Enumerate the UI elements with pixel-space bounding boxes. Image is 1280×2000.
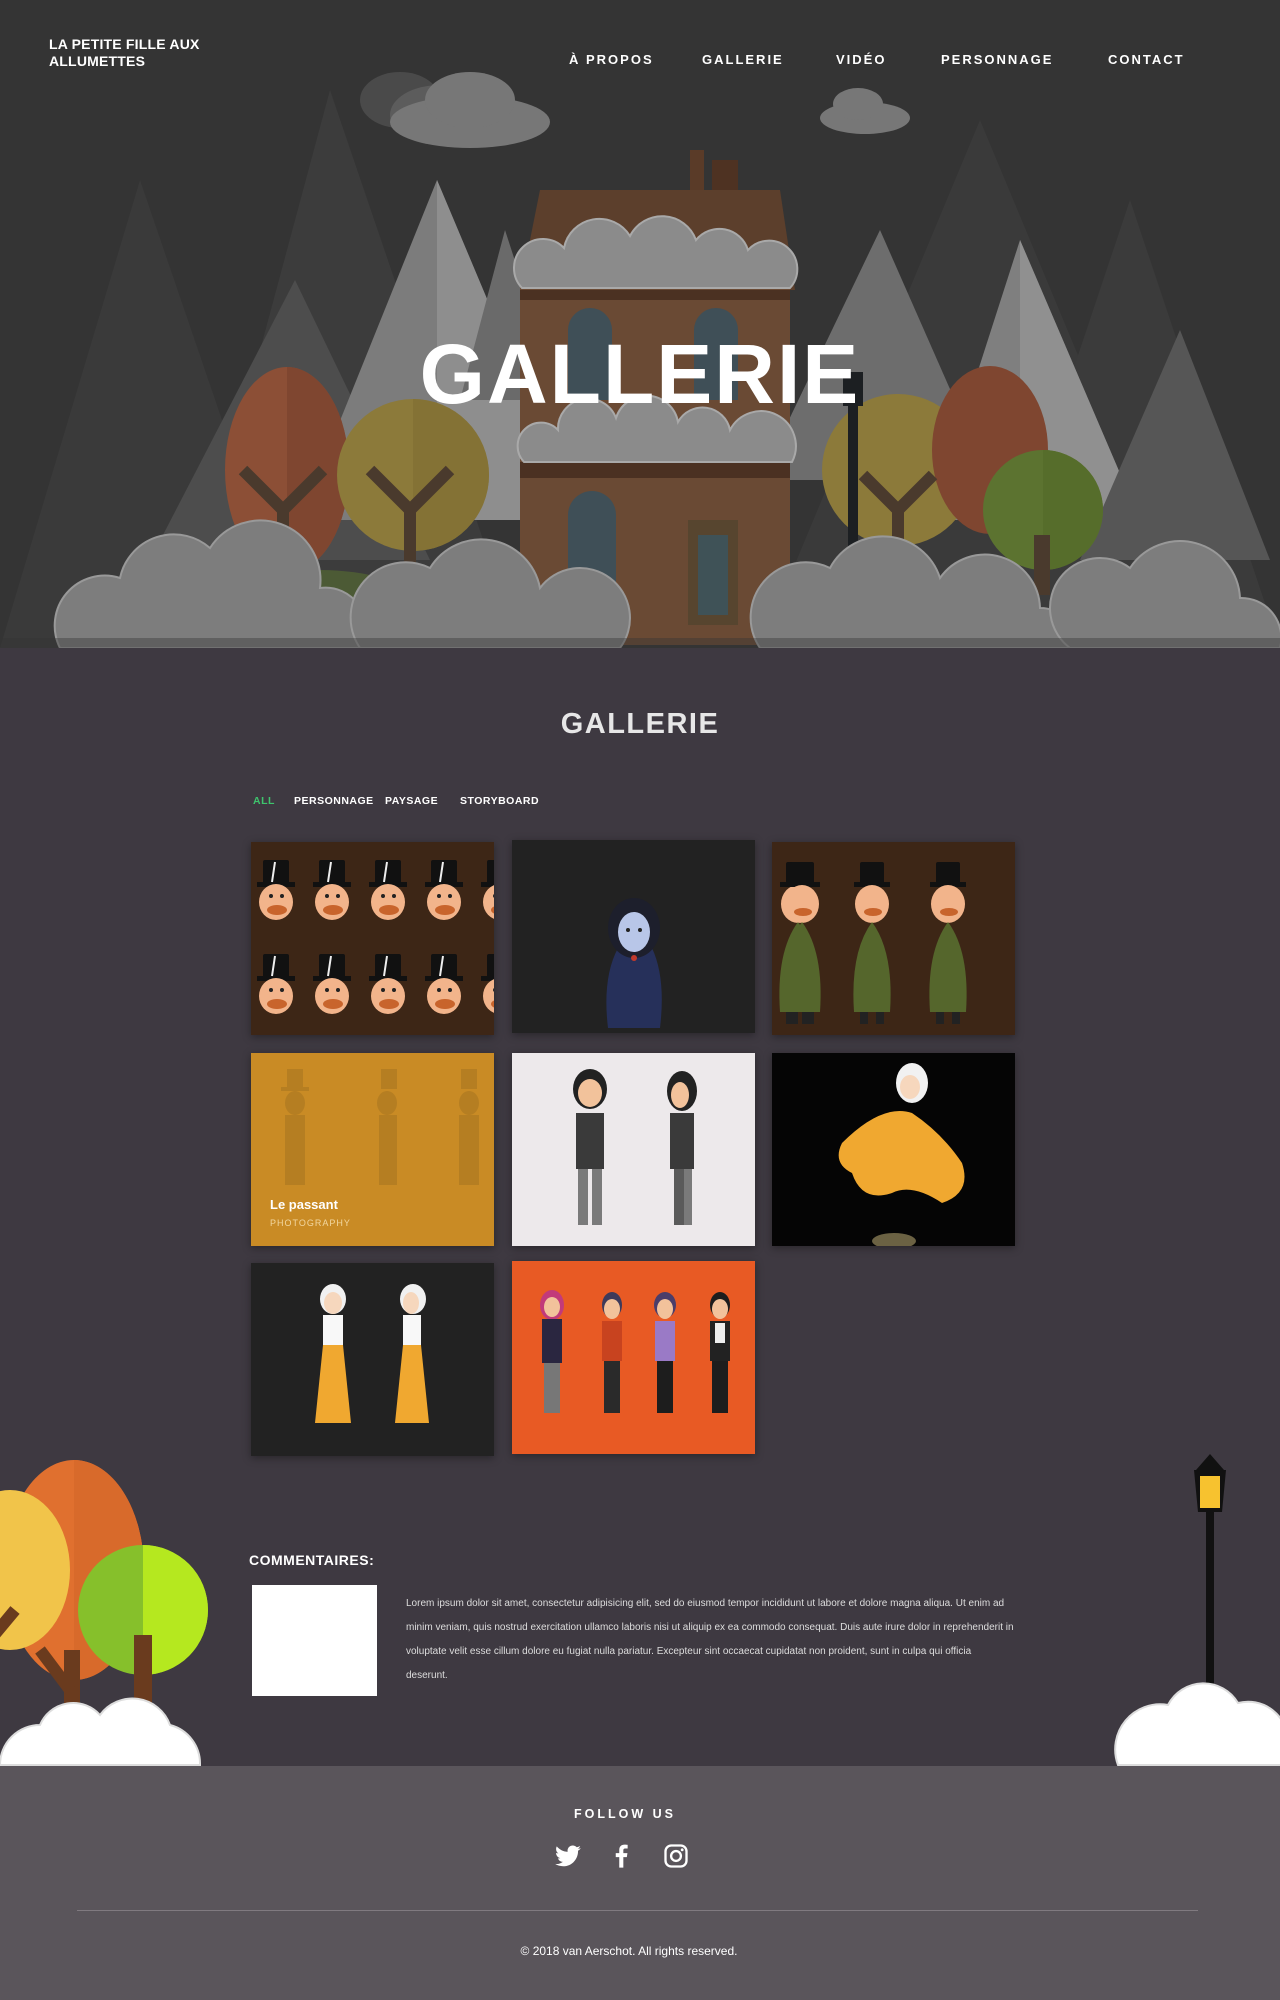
gallery-item-dancing-girl[interactable] [772,1053,1015,1246]
hero-banner: LA PETITE FILLE AUX ALLUMETTES À PROPOS … [0,0,1280,648]
gallery-title: GALLERIE [560,708,720,740]
comment-avatar [252,1585,377,1696]
filter-paysage[interactable]: PAYSAGE [385,795,438,807]
filter-storyboard[interactable]: STORYBOARD [460,795,539,807]
gallery-image [512,1261,755,1454]
twitter-icon[interactable] [554,1842,582,1870]
copyright: © 2018 van Aerschot. All rights reserved… [520,1944,738,1958]
gallery-item-lineup[interactable] [512,1261,755,1454]
nav-item-personnage[interactable]: PERSONNAGE [941,52,1053,67]
follow-us-label: FOLLOW US [574,1807,676,1821]
gallery-item-le-passant[interactable]: Le passant PHOTOGRAPHY [251,1053,494,1246]
gallery-item-gentleman[interactable] [772,842,1015,1035]
comment-text: Lorem ipsum dolor sit amet, consectetur … [406,1598,1014,1681]
lamp-decoration [1114,1454,1280,1770]
nav-item-a-propos[interactable]: À PROPOS [569,52,654,67]
gallery-filters: ALL PERSONNAGE PAYSAGE STORYBOARD [0,795,1280,811]
gallery-image [512,840,755,1033]
gallery-item-yellow-skirt[interactable] [251,1263,494,1456]
hero-landscape-illustration [0,0,1280,648]
gallery-item-hooded-girl[interactable] [512,840,755,1033]
gallery-image [772,842,1015,1035]
gallery-image [251,842,494,1035]
footer: FOLLOW US © 2018 van Aerschot. All right… [0,1766,1280,2000]
gallery-image [251,1263,494,1456]
footer-divider [77,1910,1198,1911]
tree-decoration [0,1460,208,1766]
main-nav: À PROPOS GALLERIE VIDÉO PERSONNAGE CONTA… [0,52,1280,72]
gallery-item-expressions[interactable] [251,842,494,1035]
nav-item-video[interactable]: VIDÉO [836,52,886,67]
tile-caption-title: Le passant [270,1197,338,1212]
nav-item-gallerie[interactable]: GALLERIE [702,52,784,67]
gallery-image [512,1053,755,1246]
tile-caption-category: PHOTOGRAPHY [270,1218,351,1228]
gallery-image [772,1053,1015,1246]
filter-all[interactable]: ALL [253,795,275,807]
tile-caption: Le passant PHOTOGRAPHY [270,1197,351,1228]
comments-title: COMMENTAIRES: [249,1552,375,1568]
gallery-item-girl-turnaround[interactable] [512,1053,755,1246]
facebook-icon[interactable] [607,1842,635,1870]
nav-item-contact[interactable]: CONTACT [1108,52,1185,67]
instagram-icon[interactable] [662,1842,690,1870]
hero-title: GALLERIE [419,327,861,421]
filter-personnage[interactable]: PERSONNAGE [294,795,374,807]
